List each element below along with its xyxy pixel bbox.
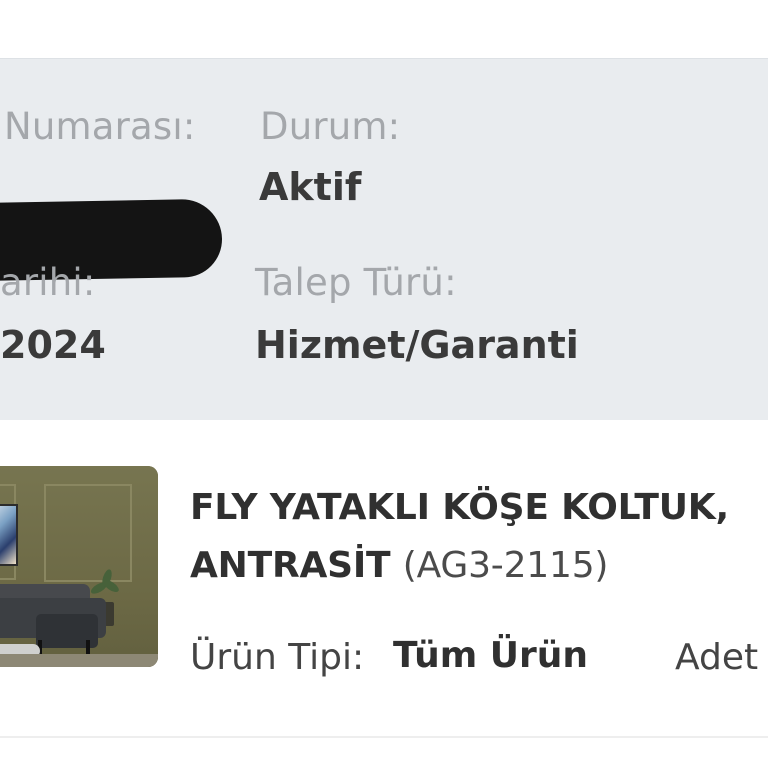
request-type-label: Talep Türü: (255, 261, 457, 304)
product-name-line-1: FLY YATAKLI KÖŞE KOLTUK, (190, 487, 729, 528)
status-label: Durum: (260, 105, 401, 148)
status-value: Aktif (259, 165, 362, 209)
quantity-label: Adet (675, 637, 759, 678)
floor (0, 654, 158, 667)
product-name-line-2: ANTRASİT (AG3-2115) (190, 537, 768, 595)
request-details-screen: Numarası: Durum: Aktif arihi: 2024 Talep… (0, 0, 768, 768)
product-color: ANTRASİT (190, 545, 391, 586)
date-value: 2024 (0, 323, 106, 367)
wall-art (0, 504, 18, 566)
sofa-product-image[interactable] (0, 466, 158, 667)
product-type-label: Ürün Tipi: (190, 637, 365, 678)
request-type-value: Hizmet/Garanti (255, 323, 579, 367)
product-code: (AG3-2115) (402, 545, 609, 586)
request-number-label: Numarası: (4, 105, 196, 148)
product-type-value: Tüm Ürün (393, 635, 589, 676)
product-title[interactable]: FLY YATAKLI KÖŞE KOLTUK, ANTRASİT (AG3-2… (190, 479, 768, 595)
request-info-panel: Numarası: Durum: Aktif arihi: 2024 Talep… (0, 58, 768, 421)
date-label: arihi: (0, 261, 96, 304)
bottom-divider (0, 736, 768, 738)
wall-panel-right (44, 484, 132, 582)
product-summary[interactable]: FLY YATAKLI KÖŞE KOLTUK, ANTRASİT (AG3-2… (0, 420, 768, 740)
